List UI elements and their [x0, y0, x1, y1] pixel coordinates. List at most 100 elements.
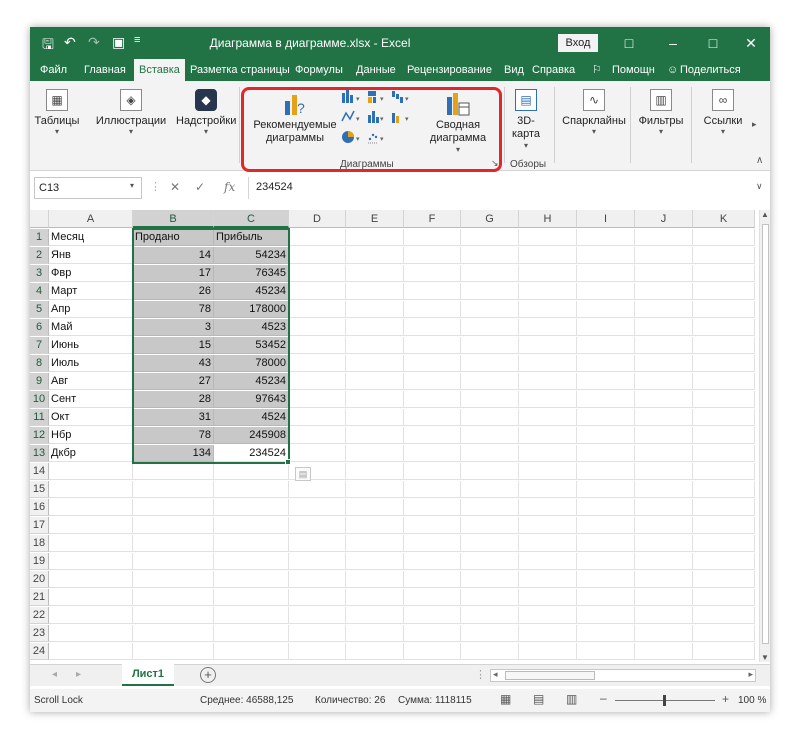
- cell-c24[interactable]: [214, 643, 289, 660]
- cell-a12[interactable]: Нбр: [49, 427, 133, 444]
- cell-k9[interactable]: [693, 373, 755, 390]
- cell-k4[interactable]: [693, 283, 755, 300]
- cell-h24[interactable]: [519, 643, 577, 660]
- cell-k20[interactable]: [693, 571, 755, 588]
- cell-h3[interactable]: [519, 265, 577, 282]
- cell-a3[interactable]: Фвр: [49, 265, 133, 282]
- cell-d5[interactable]: [289, 301, 346, 318]
- cell-f13[interactable]: [404, 445, 461, 462]
- cell-h12[interactable]: [519, 427, 577, 444]
- cell-h4[interactable]: [519, 283, 577, 300]
- cell-e5[interactable]: [346, 301, 404, 318]
- row-header-11[interactable]: 11: [30, 409, 49, 426]
- cell-h23[interactable]: [519, 625, 577, 642]
- cell-f18[interactable]: [404, 535, 461, 552]
- cell-h5[interactable]: [519, 301, 577, 318]
- zoom-in-icon[interactable]: +: [722, 692, 729, 706]
- add-sheet-button[interactable]: +: [200, 667, 216, 683]
- zoom-slider[interactable]: [615, 695, 715, 706]
- row-header-15[interactable]: 15: [30, 481, 49, 498]
- cell-j2[interactable]: [635, 247, 693, 264]
- vertical-scroll-thumb[interactable]: [762, 224, 769, 644]
- cell-h6[interactable]: [519, 319, 577, 336]
- cell-c13[interactable]: 234524: [214, 445, 289, 462]
- cell-d8[interactable]: [289, 355, 346, 372]
- cell-b5[interactable]: 78: [133, 301, 214, 318]
- cell-f9[interactable]: [404, 373, 461, 390]
- cell-a13[interactable]: Дкбр: [49, 445, 133, 462]
- cell-d11[interactable]: [289, 409, 346, 426]
- cell-g1[interactable]: [461, 229, 519, 246]
- cell-e23[interactable]: [346, 625, 404, 642]
- cell-k23[interactable]: [693, 625, 755, 642]
- tab-formulas[interactable]: Формулы: [295, 59, 343, 81]
- cell-a8[interactable]: Июль: [49, 355, 133, 372]
- cell-b9[interactable]: 27: [133, 373, 214, 390]
- cell-i9[interactable]: [577, 373, 635, 390]
- cell-a9[interactable]: Авг: [49, 373, 133, 390]
- cell-h22[interactable]: [519, 607, 577, 624]
- cell-f17[interactable]: [404, 517, 461, 534]
- cell-j23[interactable]: [635, 625, 693, 642]
- row-header-6[interactable]: 6: [30, 319, 49, 336]
- row-header-9[interactable]: 9: [30, 373, 49, 390]
- cancel-icon[interactable]: ✕: [170, 180, 180, 194]
- filters-button[interactable]: ▥ Фильтры ▾: [634, 89, 688, 136]
- cell-g20[interactable]: [461, 571, 519, 588]
- cell-k15[interactable]: [693, 481, 755, 498]
- tab-review[interactable]: Рецензирование: [407, 59, 492, 81]
- expand-formula-icon[interactable]: ∨: [756, 181, 763, 192]
- cell-d12[interactable]: [289, 427, 346, 444]
- cell-j10[interactable]: [635, 391, 693, 408]
- cell-f2[interactable]: [404, 247, 461, 264]
- column-header-d[interactable]: D: [289, 210, 346, 228]
- cell-h11[interactable]: [519, 409, 577, 426]
- minimize-icon[interactable]: –: [658, 32, 688, 54]
- cell-c2[interactable]: 54234: [214, 247, 289, 264]
- cell-f20[interactable]: [404, 571, 461, 588]
- cell-f5[interactable]: [404, 301, 461, 318]
- cell-h19[interactable]: [519, 553, 577, 570]
- cell-a18[interactable]: [49, 535, 133, 552]
- cell-f7[interactable]: [404, 337, 461, 354]
- cell-k24[interactable]: [693, 643, 755, 660]
- cell-k5[interactable]: [693, 301, 755, 318]
- cell-b2[interactable]: 14: [133, 247, 214, 264]
- cell-c18[interactable]: [214, 535, 289, 552]
- cell-b23[interactable]: [133, 625, 214, 642]
- cell-e1[interactable]: [346, 229, 404, 246]
- cell-b18[interactable]: [133, 535, 214, 552]
- cell-i6[interactable]: [577, 319, 635, 336]
- cell-h7[interactable]: [519, 337, 577, 354]
- cell-d23[interactable]: [289, 625, 346, 642]
- cell-b1[interactable]: Продано: [133, 229, 214, 246]
- chevron-down-icon[interactable]: ▾: [130, 181, 134, 190]
- cell-f10[interactable]: [404, 391, 461, 408]
- cell-f15[interactable]: [404, 481, 461, 498]
- cell-i23[interactable]: [577, 625, 635, 642]
- links-button[interactable]: ∞ Ссылки ▾: [694, 89, 752, 136]
- horizontal-scroll-thumb[interactable]: [505, 671, 595, 680]
- cell-i17[interactable]: [577, 517, 635, 534]
- cell-i21[interactable]: [577, 589, 635, 606]
- cell-d22[interactable]: [289, 607, 346, 624]
- cell-a6[interactable]: Май: [49, 319, 133, 336]
- row-header-2[interactable]: 2: [30, 247, 49, 264]
- cell-h14[interactable]: [519, 463, 577, 480]
- row-header-22[interactable]: 22: [30, 607, 49, 624]
- cell-c20[interactable]: [214, 571, 289, 588]
- cell-i5[interactable]: [577, 301, 635, 318]
- cell-e7[interactable]: [346, 337, 404, 354]
- cell-d16[interactable]: [289, 499, 346, 516]
- cell-i7[interactable]: [577, 337, 635, 354]
- cell-d1[interactable]: [289, 229, 346, 246]
- cell-h8[interactable]: [519, 355, 577, 372]
- cell-e19[interactable]: [346, 553, 404, 570]
- cell-k2[interactable]: [693, 247, 755, 264]
- cell-g4[interactable]: [461, 283, 519, 300]
- collapse-ribbon-icon[interactable]: ∧: [756, 155, 763, 166]
- cell-g3[interactable]: [461, 265, 519, 282]
- cell-g8[interactable]: [461, 355, 519, 372]
- cell-g5[interactable]: [461, 301, 519, 318]
- cell-c14[interactable]: [214, 463, 289, 480]
